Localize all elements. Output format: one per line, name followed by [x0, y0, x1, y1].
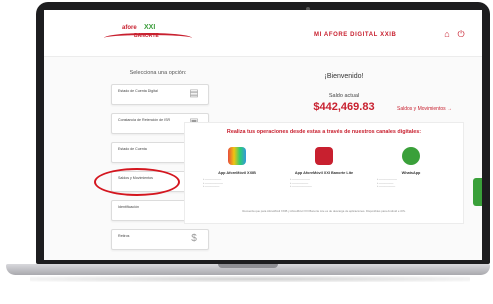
- channels-note: Recuerda que para AforeMóvil XXIB y Afor…: [242, 209, 406, 213]
- digital-channels-panel: Realiza tus operaciones desde estas a tr…: [184, 122, 464, 224]
- sidebar-title: Selecciona una opción:: [129, 70, 187, 76]
- welcome-heading: ¡Bienvenido!: [324, 73, 364, 80]
- app-xxib-icon: [228, 147, 246, 165]
- menu-item-estado-cuenta-digital[interactable]: Estado de Cuenta Digital ▤: [111, 84, 209, 105]
- channel-name: App AforeMóvil XXI Banorte Lite: [294, 171, 354, 175]
- saldo-value: $442,469.83: [313, 101, 375, 113]
- channel-whatsapp[interactable]: WhatsApp ▪ ────────── ▪ ──────── ▪ ───────…: [369, 147, 453, 189]
- highlight-circle: [94, 168, 180, 196]
- channel-app-lite[interactable]: App AforeMóvil XXI Banorte Lite ▪ ──────…: [282, 147, 366, 189]
- logo-word-banorte: BANORTE: [134, 33, 159, 39]
- channel-name: App AforeMóvil XXIB: [218, 171, 256, 175]
- channels-title: Realiza tus operaciones desde estas a tr…: [226, 129, 422, 135]
- page-title: MI AFORE DIGITAL XXIB: [314, 32, 397, 38]
- whatsapp-icon: [402, 147, 420, 165]
- menu-item-label: Estado de Cuenta: [118, 147, 147, 151]
- laptop-base: [6, 264, 490, 275]
- logo-word-afore: afore: [122, 25, 137, 31]
- channel-app-xxib[interactable]: App AforeMóvil XXIB ▪ ───────── ▪ ───────…: [195, 147, 279, 189]
- document-icon: ▤: [189, 88, 199, 99]
- menu-item-label: Estado de Cuenta Digital: [118, 89, 158, 93]
- channel-details: ▪ ────────── ▪ ───────── ▪ ───────────: [290, 178, 312, 189]
- screen: afore XXI BANORTE MI AFORE DIGITAL XXIB …: [44, 10, 482, 260]
- saldo-label: Saldo actual: [328, 93, 360, 99]
- home-icon[interactable]: ⌂: [442, 29, 452, 39]
- saldos-movimientos-link[interactable]: Saldos y Movimientos →: [397, 106, 452, 112]
- menu-item-retiros[interactable]: Retiros $: [111, 229, 209, 250]
- laptop-shadow: [30, 276, 470, 282]
- logo-word-xxi: XXI: [144, 24, 156, 31]
- channel-details: ▪ ────────── ▪ ──────── ▪ ─────────: [377, 178, 398, 189]
- power-icon[interactable]: ⏻: [456, 29, 466, 39]
- app-lite-icon: [315, 147, 333, 165]
- money-icon: $: [191, 233, 197, 244]
- menu-item-label: Retiros: [118, 234, 130, 238]
- menu-item-label: Identificación: [118, 205, 139, 209]
- menu-item-label: Constancia de Retención de ISR: [118, 118, 171, 122]
- side-help-tab[interactable]: [473, 178, 482, 206]
- channel-name: WhatsApp: [401, 171, 421, 175]
- channel-details: ▪ ───────── ▪ ────────── ▪ ────────: [203, 178, 224, 189]
- afore-logo[interactable]: afore XXI BANORTE: [104, 24, 194, 41]
- page-header: afore XXI BANORTE MI AFORE DIGITAL XXIB …: [44, 10, 482, 57]
- laptop-notch: [218, 264, 278, 268]
